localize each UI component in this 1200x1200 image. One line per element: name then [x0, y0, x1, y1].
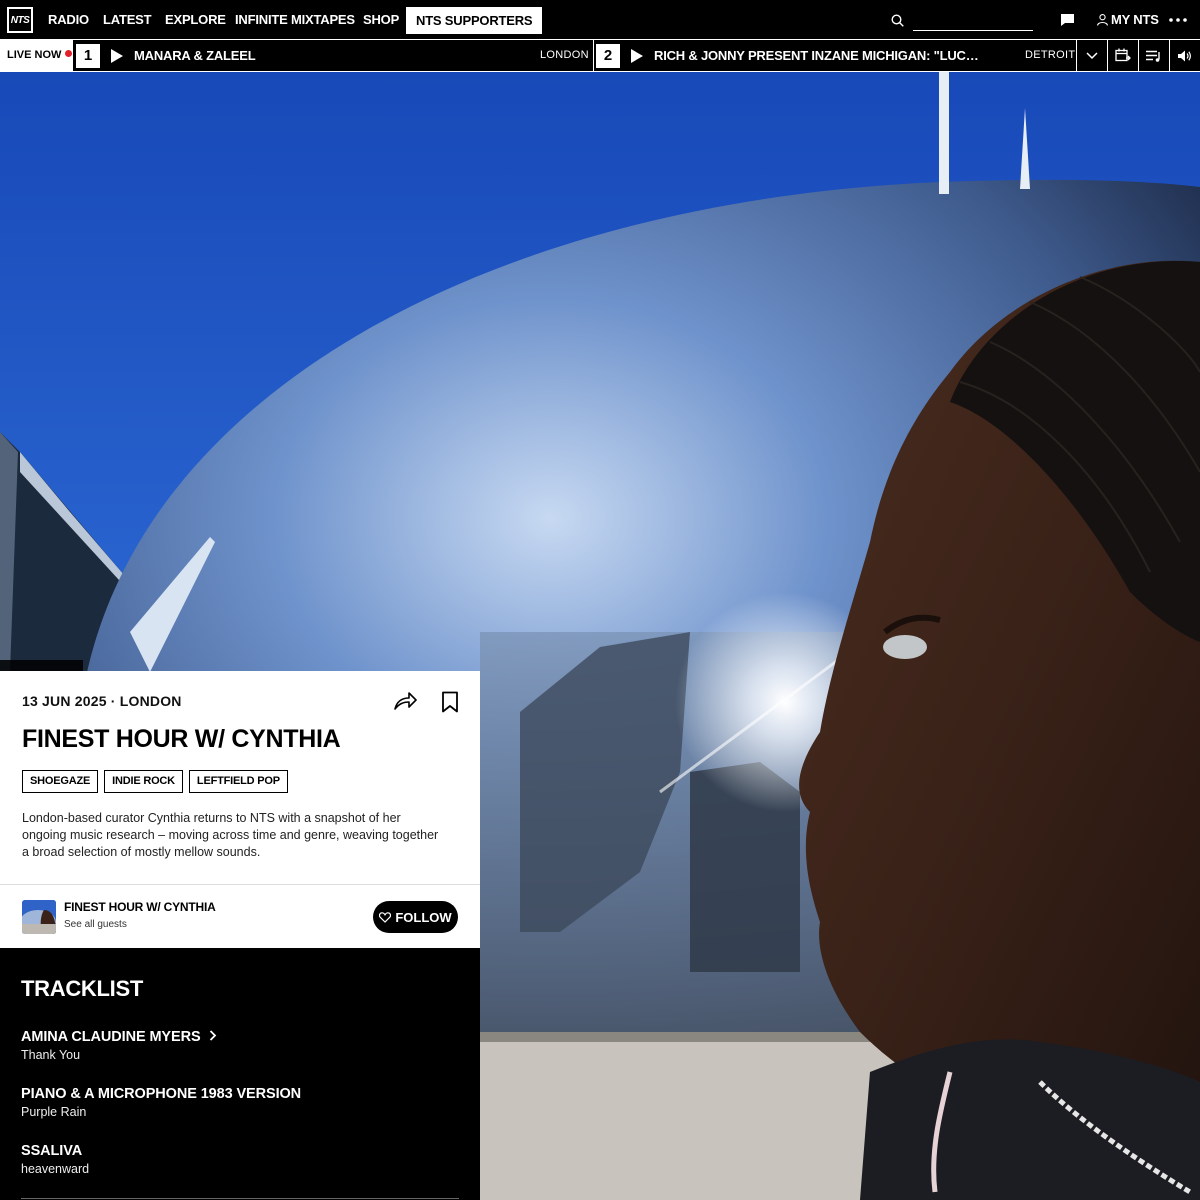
- track-item: AMINA CLAUDINE MYERS Thank You: [21, 1029, 461, 1062]
- top-nav: NTS RADIO LATEST EXPLORE INFINITE MIXTAP…: [0, 0, 1200, 40]
- follow-label: FOLLOW: [395, 909, 452, 925]
- nav-latest[interactable]: LATEST: [103, 0, 152, 40]
- episode-title: FINEST HOUR W/ CYNTHIA: [22, 725, 341, 753]
- see-all-guests-link[interactable]: See all guests: [64, 919, 127, 930]
- tracklist-heading: TRACKLIST: [21, 976, 143, 1001]
- more-icon[interactable]: [1168, 14, 1188, 26]
- share-icon[interactable]: [393, 691, 417, 711]
- schedule-icon: [1115, 48, 1131, 62]
- my-nts-link[interactable]: MY NTS: [1111, 0, 1159, 40]
- channel-2-location: DETROIT: [1025, 49, 1076, 61]
- schedule-button[interactable]: [1108, 40, 1138, 71]
- episode-date: 13 JUN 2025: [22, 693, 107, 709]
- channel-1-number: 1: [76, 44, 100, 68]
- nav-infinite-mixtapes[interactable]: INFINITE MIXTAPES: [235, 0, 355, 40]
- nav-radio[interactable]: RADIO: [48, 0, 89, 40]
- live-bar: LIVE NOW 1 MANARA & ZALEEL LONDON 2 RICH…: [0, 40, 1200, 72]
- episode-meta: 13 JUN 2025 · LONDON: [22, 693, 182, 709]
- track-title: heavenward: [21, 1162, 90, 1176]
- search-input[interactable]: [913, 10, 1033, 31]
- genre-tag[interactable]: SHOEGAZE: [22, 770, 99, 793]
- chevron-down-icon: [1086, 51, 1098, 59]
- track-title: Thank You: [21, 1048, 81, 1062]
- genre-tag[interactable]: INDIE ROCK: [104, 770, 183, 793]
- nav-explore[interactable]: EXPLORE: [165, 0, 226, 40]
- episode-info-card: 13 JUN 2025 · LONDON FINEST HOUR W/ CYNT…: [0, 671, 480, 885]
- track-artist: PIANO & A MICROPHONE 1983 VERSION: [21, 1086, 302, 1102]
- play-icon[interactable]: [111, 49, 123, 63]
- chat-icon[interactable]: [1061, 14, 1074, 26]
- nav-shop[interactable]: SHOP: [363, 0, 399, 40]
- play-icon[interactable]: [631, 49, 643, 63]
- channel-2-number: 2: [596, 44, 620, 68]
- user-icon: [1097, 14, 1108, 26]
- track-item: PIANO & A MICROPHONE 1983 VERSION Purple…: [21, 1086, 461, 1119]
- show-name[interactable]: FINEST HOUR W/ CYNTHIA: [64, 900, 216, 914]
- divider: [593, 40, 594, 71]
- genre-tag[interactable]: LEFTFIELD POP: [188, 770, 288, 793]
- track-artist-link[interactable]: AMINA CLAUDINE MYERS: [21, 1029, 461, 1045]
- episode-description: London-based curator Cynthia returns to …: [22, 811, 439, 859]
- follow-button[interactable]: FOLLOW: [373, 901, 458, 933]
- track-artist: SSALIVA: [21, 1143, 83, 1159]
- nts-supporters-button[interactable]: NTS SUPPORTERS: [406, 7, 543, 34]
- show-avatar[interactable]: [22, 900, 56, 934]
- tracklist-panel: TRACKLIST AMINA CLAUDINE MYERS Thank You…: [0, 948, 480, 1200]
- live-now-label: LIVE NOW: [0, 40, 73, 71]
- channel-2-title[interactable]: RICH & JONNY PRESENT INZANE MICHIGAN: "L…: [654, 40, 979, 71]
- show-guests-row: FINEST HOUR W/ CYNTHIA See all guests FO…: [0, 885, 480, 948]
- channel-1-title[interactable]: MANARA & ZALEEL: [134, 40, 514, 71]
- chevron-right-icon: [210, 1030, 217, 1041]
- volume-button[interactable]: [1170, 40, 1200, 71]
- bookmark-icon[interactable]: [441, 691, 459, 713]
- genre-tags: SHOEGAZE INDIE ROCK LEFTFIELD POP: [22, 770, 288, 793]
- track-title: Purple Rain: [21, 1105, 87, 1119]
- tracklist-divider: [21, 1198, 459, 1199]
- nts-logo[interactable]: NTS: [7, 7, 33, 33]
- channel-1-location: LONDON: [540, 49, 589, 61]
- playlist-button[interactable]: [1139, 40, 1169, 71]
- volume-icon: [1178, 50, 1191, 61]
- search-icon[interactable]: [891, 14, 904, 27]
- meta-separator: ·: [110, 693, 120, 709]
- avatar-thumbnail: [22, 900, 56, 934]
- heart-icon: [379, 911, 392, 923]
- live-indicator-dot: [65, 50, 73, 57]
- expand-button[interactable]: [1077, 40, 1107, 71]
- playlist-icon: [1146, 50, 1160, 62]
- track-item: SSALIVA heavenward: [21, 1143, 461, 1176]
- episode-location[interactable]: LONDON: [120, 693, 182, 709]
